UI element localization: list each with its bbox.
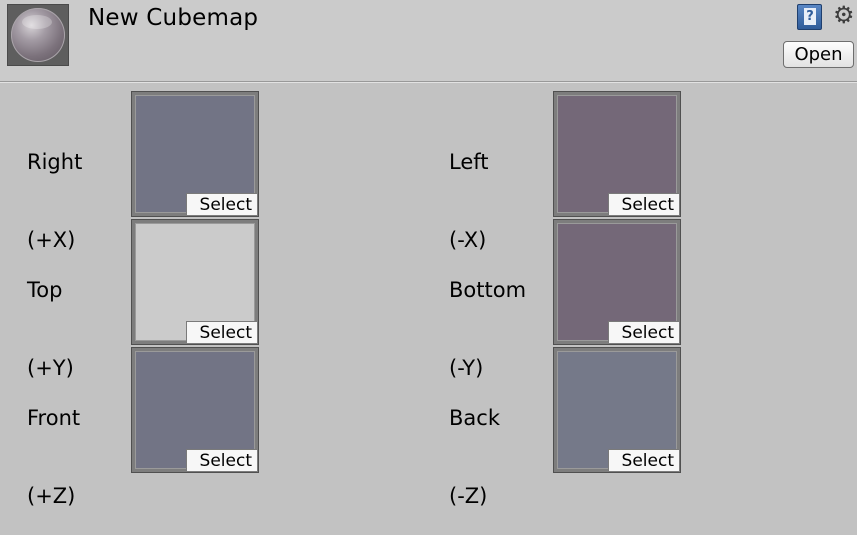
face-name: Top xyxy=(27,278,63,302)
texture-slot-left[interactable]: Select xyxy=(553,91,681,217)
help-book-icon[interactable]: ? xyxy=(797,4,822,30)
face-name: Right xyxy=(27,150,83,174)
face-name: Bottom xyxy=(449,278,527,302)
texture-slot-right[interactable]: Select xyxy=(131,91,259,217)
select-button[interactable]: Select xyxy=(608,321,679,343)
texture-slot-bottom[interactable]: Select xyxy=(553,219,681,345)
face-name: Front xyxy=(27,406,81,430)
cubemap-asset-icon xyxy=(7,4,69,66)
face-name: Back xyxy=(449,406,500,430)
inspector-header: New Cubemap ? ⚙ Open xyxy=(0,0,857,82)
select-button[interactable]: Select xyxy=(186,193,257,215)
face-axis: (-Z) xyxy=(449,484,488,508)
texture-slot-top[interactable]: Select xyxy=(131,219,259,345)
texture-slot-front[interactable]: Select xyxy=(131,347,259,473)
texture-slot-back[interactable]: Select xyxy=(553,347,681,473)
face-axis: (+Z) xyxy=(27,484,76,508)
open-button[interactable]: Open xyxy=(783,41,854,68)
select-button[interactable]: Select xyxy=(186,321,257,343)
select-button[interactable]: Select xyxy=(186,449,257,471)
face-label-front: Front (+Z) xyxy=(27,353,80,535)
face-label-back: Back (-Z) xyxy=(449,353,500,535)
help-glyph: ? xyxy=(804,8,816,25)
select-button[interactable]: Select xyxy=(608,449,679,471)
asset-title: New Cubemap xyxy=(88,5,259,31)
sphere-preview xyxy=(11,8,65,62)
select-button[interactable]: Select xyxy=(608,193,679,215)
gear-icon[interactable]: ⚙ xyxy=(833,3,857,27)
face-name: Left xyxy=(449,150,489,174)
